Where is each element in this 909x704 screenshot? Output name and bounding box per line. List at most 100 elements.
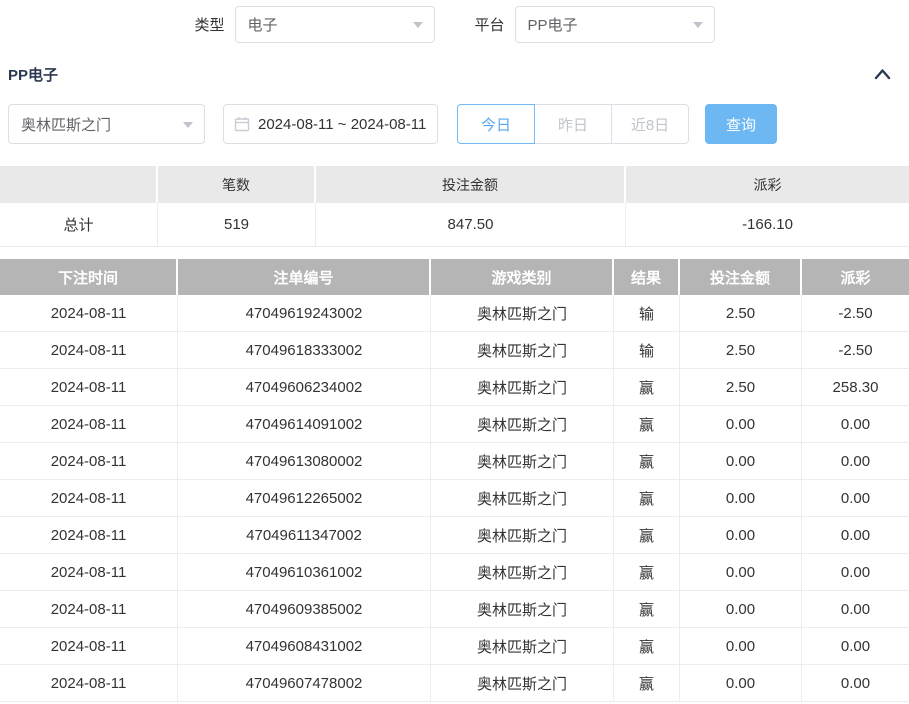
cell-payout: -2.50 (802, 332, 909, 369)
summary-header-payout: 派彩 (626, 166, 909, 203)
platform-select[interactable]: PP电子 (515, 6, 715, 43)
bet-table-body: 2024-08-1147049619243002奥林匹斯之门输2.50-2.50… (0, 295, 909, 702)
cell-result: 输 (614, 295, 680, 332)
summary-header-count: 笔数 (158, 166, 316, 203)
cell-date: 2024-08-11 (0, 480, 178, 517)
cell-game: 奥林匹斯之门 (431, 406, 614, 443)
table-row: 2024-08-1147049607478002奥林匹斯之门赢0.000.00 (0, 665, 909, 702)
yesterday-button[interactable]: 昨日 (534, 104, 612, 144)
cell-order: 47049607478002 (178, 665, 431, 702)
cell-result: 赢 (614, 591, 680, 628)
cell-order: 47049606234002 (178, 369, 431, 406)
cell-result: 输 (614, 332, 680, 369)
table-row: 2024-08-1147049609385002奥林匹斯之门赢0.000.00 (0, 591, 909, 628)
cell-amount: 2.50 (680, 369, 802, 406)
table-row: 2024-08-1147049606234002奥林匹斯之门赢2.50258.3… (0, 369, 909, 406)
cell-date: 2024-08-11 (0, 665, 178, 702)
bet-header-result: 结果 (614, 259, 680, 295)
calendar-icon (234, 116, 250, 132)
cell-date: 2024-08-11 (0, 554, 178, 591)
type-select-value: 电子 (248, 14, 278, 35)
bet-header-date: 下注时间 (0, 259, 178, 295)
game-select[interactable]: 奥林匹斯之门 (8, 104, 205, 144)
top-filter-bar: 类型 电子 平台 PP电子 (0, 4, 909, 44)
cell-result: 赢 (614, 554, 680, 591)
bet-header-amount: 投注金额 (680, 259, 802, 295)
cell-payout: 0.00 (802, 480, 909, 517)
cell-date: 2024-08-11 (0, 443, 178, 480)
query-bar: 奥林匹斯之门 2024-08-11 ~ 2024-08-11 今日 昨日 近8日… (0, 104, 909, 144)
cell-game: 奥林匹斯之门 (431, 332, 614, 369)
quick-range-group: 今日 昨日 近8日 (457, 104, 689, 144)
cell-amount: 0.00 (680, 443, 802, 480)
cell-amount: 2.50 (680, 295, 802, 332)
cell-date: 2024-08-11 (0, 369, 178, 406)
cell-date: 2024-08-11 (0, 406, 178, 443)
cell-payout: 0.00 (802, 443, 909, 480)
cell-date: 2024-08-11 (0, 295, 178, 332)
cell-game: 奥林匹斯之门 (431, 443, 614, 480)
search-button[interactable]: 查询 (705, 104, 777, 144)
cell-amount: 0.00 (680, 554, 802, 591)
cell-result: 赢 (614, 406, 680, 443)
cell-payout: 0.00 (802, 665, 909, 702)
today-button[interactable]: 今日 (457, 104, 535, 144)
cell-game: 奥林匹斯之门 (431, 591, 614, 628)
cell-amount: 0.00 (680, 480, 802, 517)
cell-payout: -2.50 (802, 295, 909, 332)
caret-down-icon (183, 122, 193, 128)
type-field: 类型 电子 (194, 6, 434, 43)
cell-game: 奥林匹斯之门 (431, 628, 614, 665)
cell-game: 奥林匹斯之门 (431, 480, 614, 517)
cell-result: 赢 (614, 665, 680, 702)
cell-payout: 0.00 (802, 628, 909, 665)
summary-header-bet-amount: 投注金额 (316, 166, 626, 203)
cell-date: 2024-08-11 (0, 628, 178, 665)
cell-order: 47049613080002 (178, 443, 431, 480)
chevron-up-icon (874, 68, 891, 80)
bet-header-order: 注单编号 (178, 259, 431, 295)
cell-order: 47049611347002 (178, 517, 431, 554)
summary-header-row: 笔数 投注金额 派彩 (0, 166, 909, 203)
bet-header-payout: 派彩 (802, 259, 909, 295)
cell-date: 2024-08-11 (0, 332, 178, 369)
table-row: 2024-08-1147049614091002奥林匹斯之门赢0.000.00 (0, 406, 909, 443)
cell-game: 奥林匹斯之门 (431, 369, 614, 406)
cell-payout: 0.00 (802, 554, 909, 591)
summary-total-bet-amount: 847.50 (316, 203, 626, 247)
summary-total-label: 总计 (0, 203, 158, 247)
cell-amount: 0.00 (680, 628, 802, 665)
cell-order: 47049618333002 (178, 332, 431, 369)
collapse-button[interactable] (872, 66, 893, 82)
type-select[interactable]: 电子 (235, 6, 435, 43)
cell-order: 47049612265002 (178, 480, 431, 517)
table-row: 2024-08-1147049612265002奥林匹斯之门赢0.000.00 (0, 480, 909, 517)
caret-down-icon (413, 22, 423, 28)
game-select-value: 奥林匹斯之门 (21, 114, 111, 135)
table-row: 2024-08-1147049611347002奥林匹斯之门赢0.000.00 (0, 517, 909, 554)
cell-result: 赢 (614, 369, 680, 406)
cell-amount: 0.00 (680, 517, 802, 554)
cell-game: 奥林匹斯之门 (431, 517, 614, 554)
cell-result: 赢 (614, 517, 680, 554)
cell-payout: 258.30 (802, 369, 909, 406)
platform-field: 平台 PP电子 (475, 6, 715, 43)
table-row: 2024-08-1147049608431002奥林匹斯之门赢0.000.00 (0, 628, 909, 665)
caret-down-icon (693, 22, 703, 28)
cell-amount: 0.00 (680, 665, 802, 702)
section-header: PP电子 (0, 58, 909, 90)
table-row: 2024-08-1147049610361002奥林匹斯之门赢0.000.00 (0, 554, 909, 591)
table-row: 2024-08-1147049613080002奥林匹斯之门赢0.000.00 (0, 443, 909, 480)
type-label: 类型 (194, 14, 224, 35)
summary-total-count: 519 (158, 203, 316, 247)
bet-table: 下注时间 注单编号 游戏类别 结果 投注金额 派彩 2024-08-114704… (0, 259, 909, 702)
cell-payout: 0.00 (802, 406, 909, 443)
cell-order: 47049619243002 (178, 295, 431, 332)
summary-header-blank (0, 166, 158, 203)
cell-amount: 2.50 (680, 332, 802, 369)
cell-order: 47049610361002 (178, 554, 431, 591)
bet-header-game: 游戏类别 (431, 259, 614, 295)
cell-result: 赢 (614, 628, 680, 665)
date-range-picker[interactable]: 2024-08-11 ~ 2024-08-11 (223, 104, 438, 144)
last-8-days-button[interactable]: 近8日 (611, 104, 689, 144)
